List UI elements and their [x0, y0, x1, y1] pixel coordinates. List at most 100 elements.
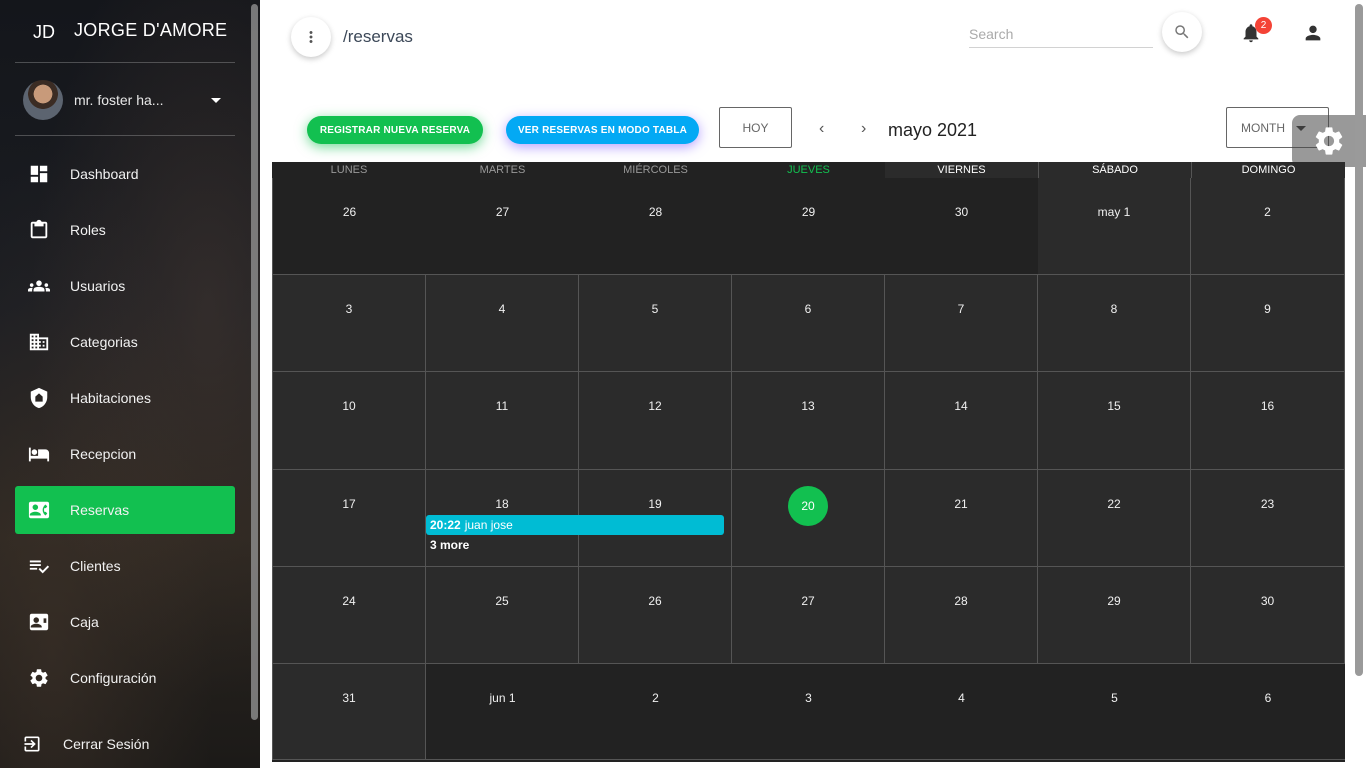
settings-icon	[30, 669, 48, 687]
sidebar-item-configuracion[interactable]: Configuración	[15, 654, 235, 702]
calendar-day-cell[interactable]: 9	[1191, 275, 1345, 372]
user-menu[interactable]: mr. foster ha...	[23, 80, 233, 120]
sidebar-item-dashboard[interactable]: Dashboard	[15, 150, 235, 198]
group-icon	[28, 280, 50, 292]
sidebar-item-categorias[interactable]: Categorias	[15, 318, 235, 366]
day-number: 15	[1107, 399, 1121, 413]
calendar-day-cell[interactable]: 8	[1038, 275, 1191, 372]
calendar-day-cell[interactable]: 26	[272, 178, 426, 275]
more-options-button[interactable]	[291, 17, 331, 57]
calendar-day-cell[interactable]: 28	[885, 567, 1038, 664]
notification-badge: 2	[1255, 17, 1272, 34]
calendar-day-cell[interactable]: 4	[426, 275, 579, 372]
calendar-day-cell[interactable]: 6	[732, 275, 885, 372]
day-number: 4	[958, 691, 965, 705]
brand[interactable]: JD JORGE D'AMORE	[0, 0, 260, 62]
sidebar-item-roles[interactable]: Roles	[15, 206, 235, 254]
calendar-day-cell[interactable]: 23	[1191, 470, 1345, 567]
month-title: mayo 2021	[888, 120, 978, 140]
sidebar-item-recepcion[interactable]: Recepcion	[15, 430, 235, 478]
calendar-day-cell[interactable]: 26	[579, 567, 732, 664]
calendar-day-cell[interactable]: 17	[272, 470, 426, 567]
contact-card-icon	[28, 501, 50, 519]
search-button[interactable]	[1162, 12, 1202, 52]
logout-button[interactable]: Cerrar Sesión	[22, 732, 242, 756]
sidebar-item-label: Habitaciones	[70, 390, 151, 406]
calendar-day-cell[interactable]: 25	[426, 567, 579, 664]
calendar-day-cell[interactable]: 2	[579, 664, 732, 760]
sidebar-item-label: Usuarios	[70, 278, 126, 294]
brand-name: JORGE D'AMORE	[74, 20, 228, 40]
calendar-day-cell[interactable]: 27	[732, 567, 885, 664]
calendar-day-cell[interactable]: 5	[579, 275, 732, 372]
building-icon	[29, 333, 49, 351]
calendar-day-cell[interactable]: 10	[272, 372, 426, 470]
day-number: 28	[954, 594, 968, 608]
sidebar-item-label: Configuración	[70, 670, 157, 686]
view-mode-value: MONTH	[1241, 120, 1285, 135]
today-marker: 20	[788, 486, 828, 526]
calendar-day-cell[interactable]: 13	[732, 372, 885, 470]
calendar-day-cell[interactable]: 12	[579, 372, 732, 470]
more-events-link[interactable]: 3 more	[430, 538, 469, 552]
logout-icon	[24, 736, 40, 752]
calendar-day-cell[interactable]: 28	[579, 178, 732, 275]
day-number: 18	[495, 497, 509, 511]
calendar-day-cell[interactable]: 24	[272, 567, 426, 664]
sidebar-item-habitaciones[interactable]: Habitaciones	[15, 374, 235, 422]
calendar-day-cell[interactable]: 6	[1191, 664, 1345, 760]
today-button[interactable]: HOY	[719, 107, 792, 148]
new-reservation-button[interactable]: REGISTRAR NUEVA RESERVA	[307, 116, 483, 144]
person-icon[interactable]	[1302, 22, 1324, 44]
calendar-event[interactable]: 20:22 juan jose	[426, 515, 724, 535]
day-number: 29	[1107, 594, 1121, 608]
day-number: 31	[342, 691, 356, 705]
calendar-day-cell[interactable]: 7	[885, 275, 1038, 372]
calendar-day-cell[interactable]: 20	[732, 470, 885, 567]
calendar-day-cell[interactable]: 30	[1191, 567, 1345, 664]
calendar-day-cell[interactable]: 11	[426, 372, 579, 470]
table-view-button[interactable]: VER RESERVAS EN MODO TABLA	[506, 116, 699, 144]
sidebar-item-caja[interactable]: Caja	[15, 598, 235, 646]
calendar-day-cell[interactable]: 16	[1191, 372, 1345, 470]
calendar-day-cell[interactable]: 5	[1038, 664, 1191, 760]
day-number: 9	[1264, 302, 1271, 316]
calendar-day-cell[interactable]: 22	[1038, 470, 1191, 567]
calendar-day-cell[interactable]: 27	[426, 178, 579, 275]
sidebar-item-clientes[interactable]: Clientes	[15, 542, 235, 590]
next-month-button[interactable]: ›	[861, 120, 866, 138]
calendar-day-cell[interactable]: 29	[732, 178, 885, 275]
calendar-day-cell[interactable]: 29	[1038, 567, 1191, 664]
prev-month-button[interactable]: ‹	[819, 120, 824, 138]
calendar-day-cell[interactable]: 3	[732, 664, 885, 760]
calendar-day-cell[interactable]: jun 1	[426, 664, 579, 760]
divider	[15, 135, 235, 136]
day-number: 27	[801, 594, 815, 608]
search-input[interactable]	[969, 20, 1153, 48]
calendar-day-cell[interactable]: 15	[1038, 372, 1191, 470]
sidebar-item-reservas[interactable]: Reservas	[15, 486, 235, 534]
day-number: 2	[652, 691, 659, 705]
calendar-day-cell[interactable]: 2	[1191, 178, 1345, 275]
calendar-day-cell[interactable]: 3	[272, 275, 426, 372]
calendar-day-cell[interactable]: 14	[885, 372, 1038, 470]
weekday-header: LUNES MARTES MIÉRCOLES JUEVES VIERNES SÁBADO D…	[272, 162, 1345, 178]
sidebar-scrollbar[interactable]	[251, 4, 258, 720]
weekday-label: SÁBADO	[1038, 162, 1191, 178]
avatar	[23, 80, 63, 120]
calendar-day-cell[interactable]: 21	[885, 470, 1038, 567]
day-number: 5	[1111, 691, 1118, 705]
weekday-label: MARTES	[479, 164, 526, 176]
calendar-day-cell[interactable]: 4	[885, 664, 1038, 760]
sidebar-item-label: Recepcion	[70, 446, 137, 462]
calendar-day-cell[interactable]: 31	[272, 664, 426, 760]
day-number: 26	[648, 594, 662, 608]
sidebar-item-usuarios[interactable]: Usuarios	[15, 262, 235, 310]
calendar-day-cell[interactable]: 30	[885, 178, 1038, 275]
day-number: 6	[804, 302, 812, 316]
calendar-day-cell[interactable]: may 1	[1038, 178, 1191, 275]
day-number: 8	[1110, 302, 1118, 316]
chevron-down-icon	[211, 98, 221, 103]
page-scrollbar[interactable]	[1355, 4, 1363, 676]
sidebar-item-label: Caja	[70, 614, 99, 630]
